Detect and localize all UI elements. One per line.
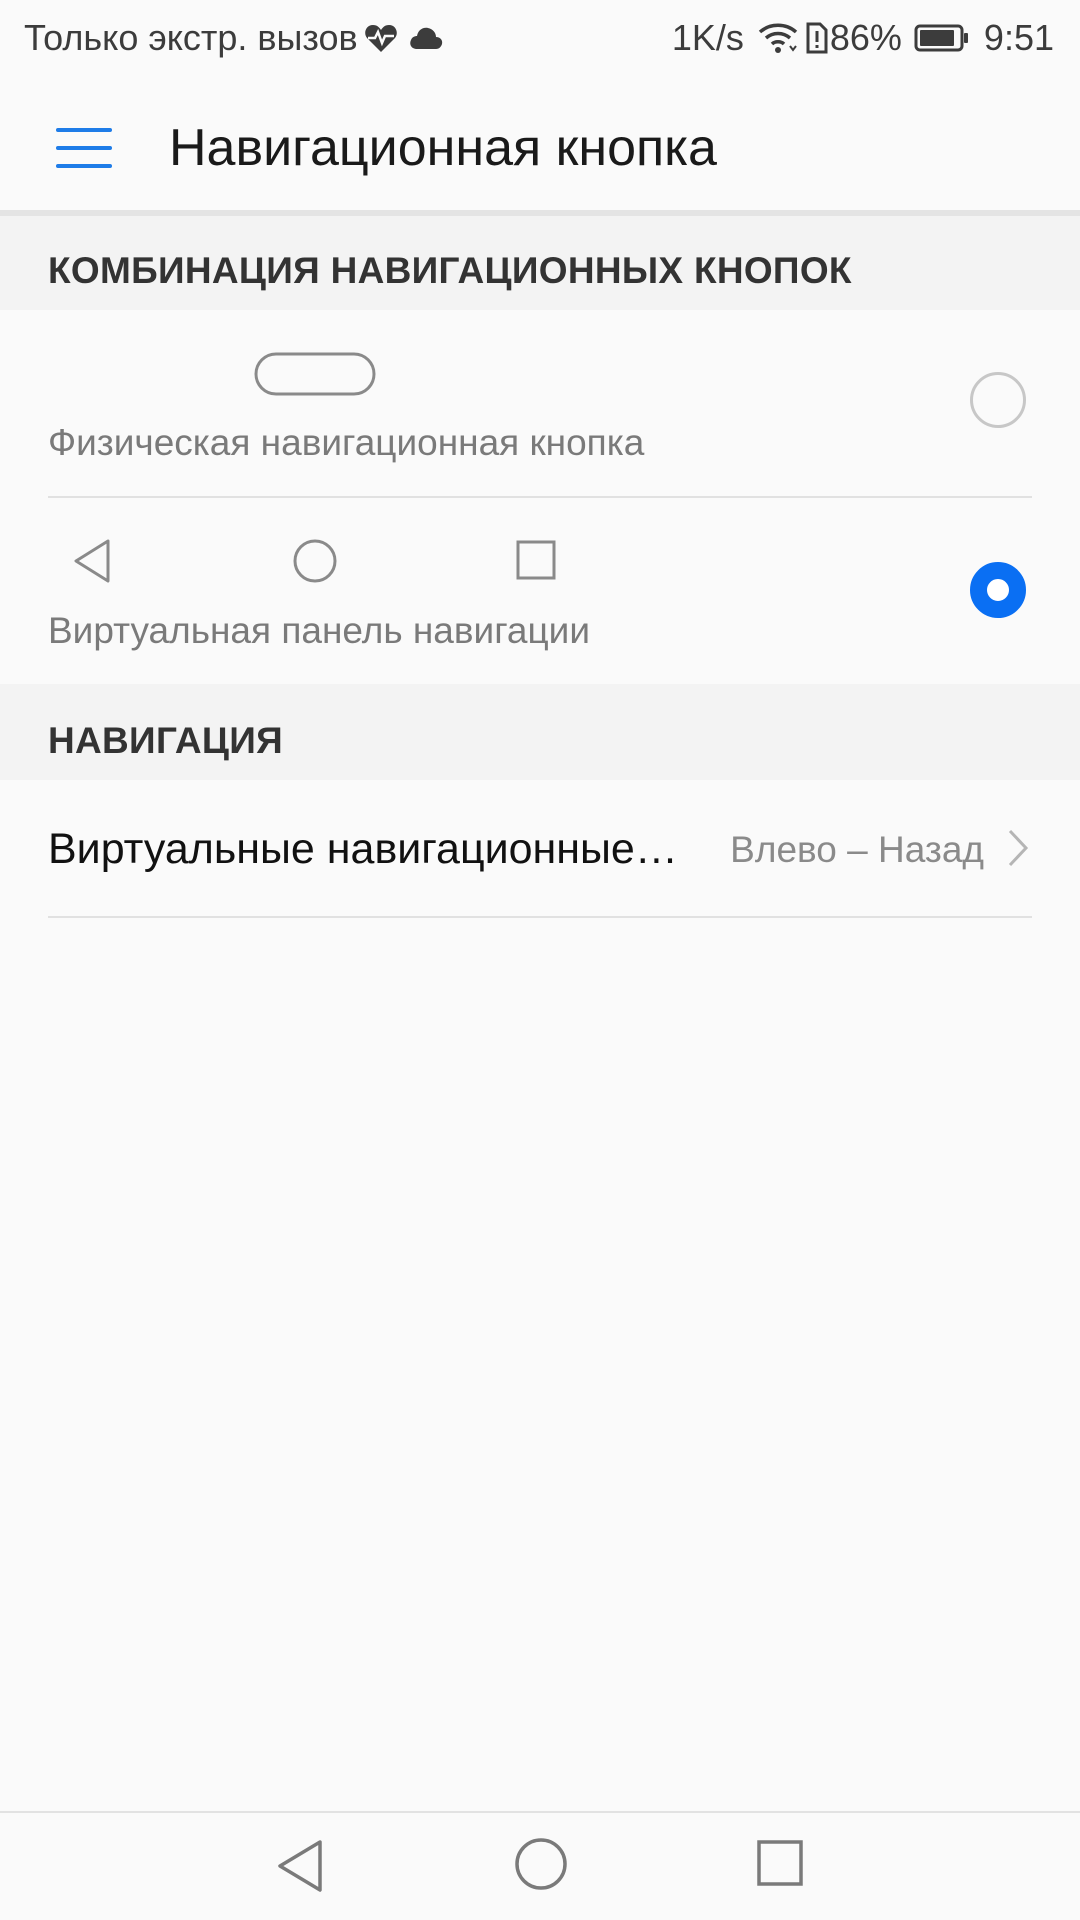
option-label: Виртуальная панель навигации <box>48 610 590 651</box>
divider <box>48 916 1032 918</box>
sim-alert-icon <box>806 22 828 54</box>
net-speed: 1K/s <box>671 17 744 58</box>
system-nav-bar <box>0 1811 1080 1920</box>
back-triangle-icon <box>74 539 110 583</box>
option-physical-nav[interactable]: Физическая навигационная кнопка <box>0 310 1080 496</box>
back-icon[interactable] <box>276 1839 324 1893</box>
recents-icon[interactable] <box>756 1839 804 1887</box>
nav-item-title: Виртуальные навигационные кнопки <box>48 825 688 873</box>
radio-virtual-nav[interactable] <box>970 562 1026 618</box>
option-virtual-nav[interactable]: Виртуальная панель навигации <box>0 498 1080 684</box>
nav-item-value: Влево – Назад <box>730 829 984 870</box>
battery-percent: 86% <box>829 17 902 58</box>
screen: Только экстр. вызов 1K/s 86% 9:51 Навига… <box>0 0 1080 1920</box>
home-circle-icon <box>293 539 337 583</box>
virtual-nav-keys-item[interactable]: Виртуальные навигационные кнопки Влево –… <box>0 780 1080 916</box>
hamburger-menu-icon[interactable] <box>40 104 128 192</box>
section-title: КОМБИНАЦИЯ НАВИГАЦИОННЫХ КНОПОК <box>48 250 852 291</box>
cloud-icon <box>409 27 442 49</box>
option-label: Физическая навигационная кнопка <box>48 422 645 463</box>
page-title: Навигационная кнопка <box>169 119 717 177</box>
section-header-combination: КОМБИНАЦИЯ НАВИГАЦИОННЫХ КНОПОК <box>0 216 1080 310</box>
app-bar: Навигационная кнопка <box>0 76 1080 210</box>
recents-square-icon <box>516 540 556 580</box>
physical-home-button-icon <box>254 352 376 396</box>
wifi-icon <box>758 23 798 53</box>
carrier-text: Только экстр. вызов <box>24 17 358 58</box>
clock: 9:51 <box>983 17 1054 58</box>
status-right: 1K/s 86% 9:51 <box>664 18 1054 58</box>
heart-pulse-icon <box>364 25 397 52</box>
section-title: НАВИГАЦИЯ <box>48 720 284 761</box>
section-header-navigation: НАВИГАЦИЯ <box>0 684 1080 780</box>
home-icon[interactable] <box>514 1837 568 1891</box>
battery-icon <box>914 24 968 52</box>
status-bar: Только экстр. вызов 1K/s 86% 9:51 <box>0 0 1080 76</box>
chevron-right-icon <box>1008 829 1029 867</box>
status-left: Только экстр. вызов <box>24 18 444 58</box>
radio-physical-nav[interactable] <box>970 372 1026 428</box>
